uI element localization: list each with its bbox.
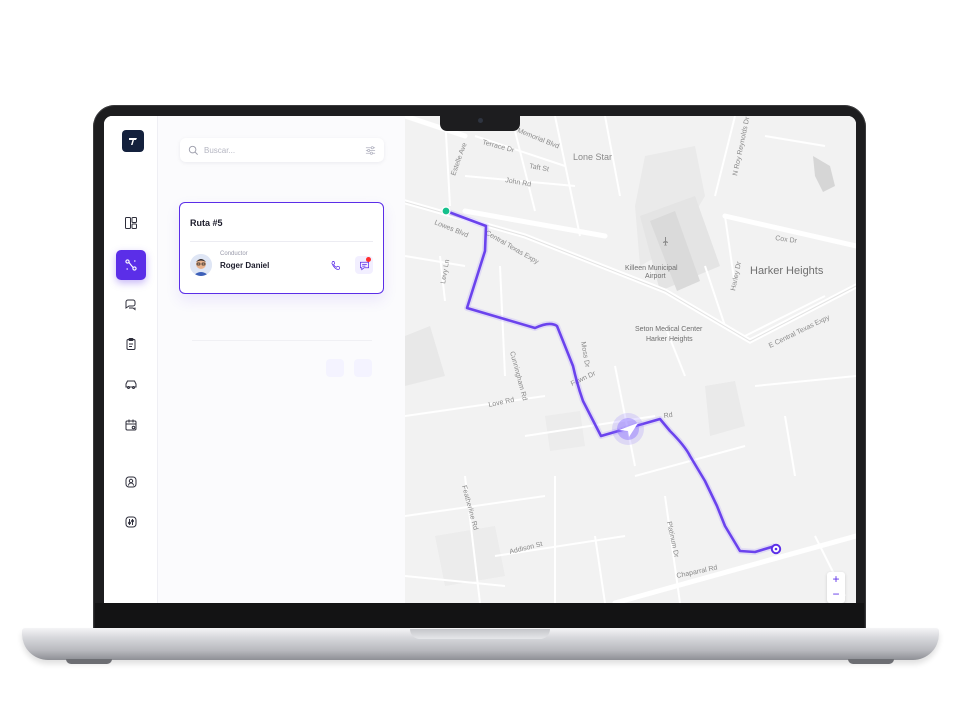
map-label: Love Rd — [488, 397, 515, 409]
placeholder-tile — [354, 359, 372, 377]
routes-panel: Buscar... Ruta #5 Conductor Roger Daniel — [158, 116, 405, 603]
map-label: Memorial Blvd — [516, 127, 560, 150]
messages-icon[interactable] — [116, 289, 146, 319]
dashboard-icon[interactable] — [116, 208, 146, 238]
phone-icon — [330, 260, 340, 270]
map-label: Cunningham Rd — [508, 351, 528, 402]
search-bar[interactable]: Buscar... — [180, 138, 384, 162]
zoom-controls: + − — [827, 572, 845, 603]
map-label: N Roy Reynolds Dr — [732, 116, 751, 176]
map-label: Rd — [663, 412, 673, 420]
search-input[interactable]: Buscar... — [204, 146, 365, 155]
card-divider — [190, 241, 373, 242]
driver-role-label: Conductor — [220, 251, 248, 257]
zoom-in-button[interactable]: + — [827, 572, 845, 587]
map-label: Addison St — [509, 541, 544, 556]
map-label: Harker Heights — [646, 336, 693, 343]
app-screen: Buscar... Ruta #5 Conductor Roger Daniel… — [104, 116, 856, 603]
list-divider — [192, 340, 372, 341]
filter-icon[interactable] — [365, 145, 376, 156]
map-label: Platinum Dr — [665, 521, 680, 559]
search-icon — [188, 145, 198, 155]
map-label: Seton Medical Center — [635, 326, 703, 333]
route-map[interactable]: Memorial Blvd Terrace Dr Lone Star Taft … — [405, 116, 856, 603]
route-title: Ruta #5 — [190, 218, 223, 228]
placeholder-tile — [326, 359, 344, 377]
map-label: Killeen Municipal — [625, 265, 678, 272]
settings-icon[interactable] — [116, 507, 146, 537]
driver-name: Roger Daniel — [220, 261, 270, 270]
map-label: Harker Heights — [750, 265, 824, 277]
zoom-out-button[interactable]: − — [827, 587, 845, 602]
call-button[interactable] — [326, 256, 344, 274]
calendar-icon[interactable] — [116, 410, 146, 440]
routes-icon[interactable] — [116, 250, 146, 280]
avatar — [190, 254, 212, 276]
clipboard-icon[interactable] — [116, 329, 146, 359]
user-icon[interactable] — [116, 467, 146, 497]
sidebar-nav — [104, 116, 158, 603]
laptop-mockup: Buscar... Ruta #5 Conductor Roger Daniel… — [0, 0, 960, 720]
map-label: Moss Dr — [579, 341, 591, 369]
brand-logo-icon[interactable] — [122, 130, 144, 152]
laptop-foot — [848, 659, 894, 664]
unread-badge — [366, 257, 371, 262]
route-card[interactable]: Ruta #5 Conductor Roger Daniel — [179, 202, 384, 294]
map-canvas: Memorial Blvd Terrace Dr Lone Star Taft … — [405, 116, 856, 603]
laptop-foot — [66, 659, 112, 664]
start-marker — [441, 206, 451, 216]
camera-icon — [478, 118, 483, 123]
map-label: Lone Star — [573, 152, 612, 162]
map-label: Central Texas Expy — [484, 230, 540, 266]
laptop-opening-notch — [410, 629, 550, 639]
map-label: Taft St — [529, 163, 550, 173]
map-label: Terrace Dr — [481, 139, 515, 154]
map-label: Estelle Ave — [450, 142, 468, 177]
laptop-chin — [95, 603, 864, 629]
map-label: Lowes Blvd — [433, 219, 469, 239]
vehicles-icon[interactable] — [116, 369, 146, 399]
route-path — [444, 209, 777, 554]
map-label: Cox Dr — [775, 235, 798, 245]
map-label: Airport — [645, 273, 666, 280]
